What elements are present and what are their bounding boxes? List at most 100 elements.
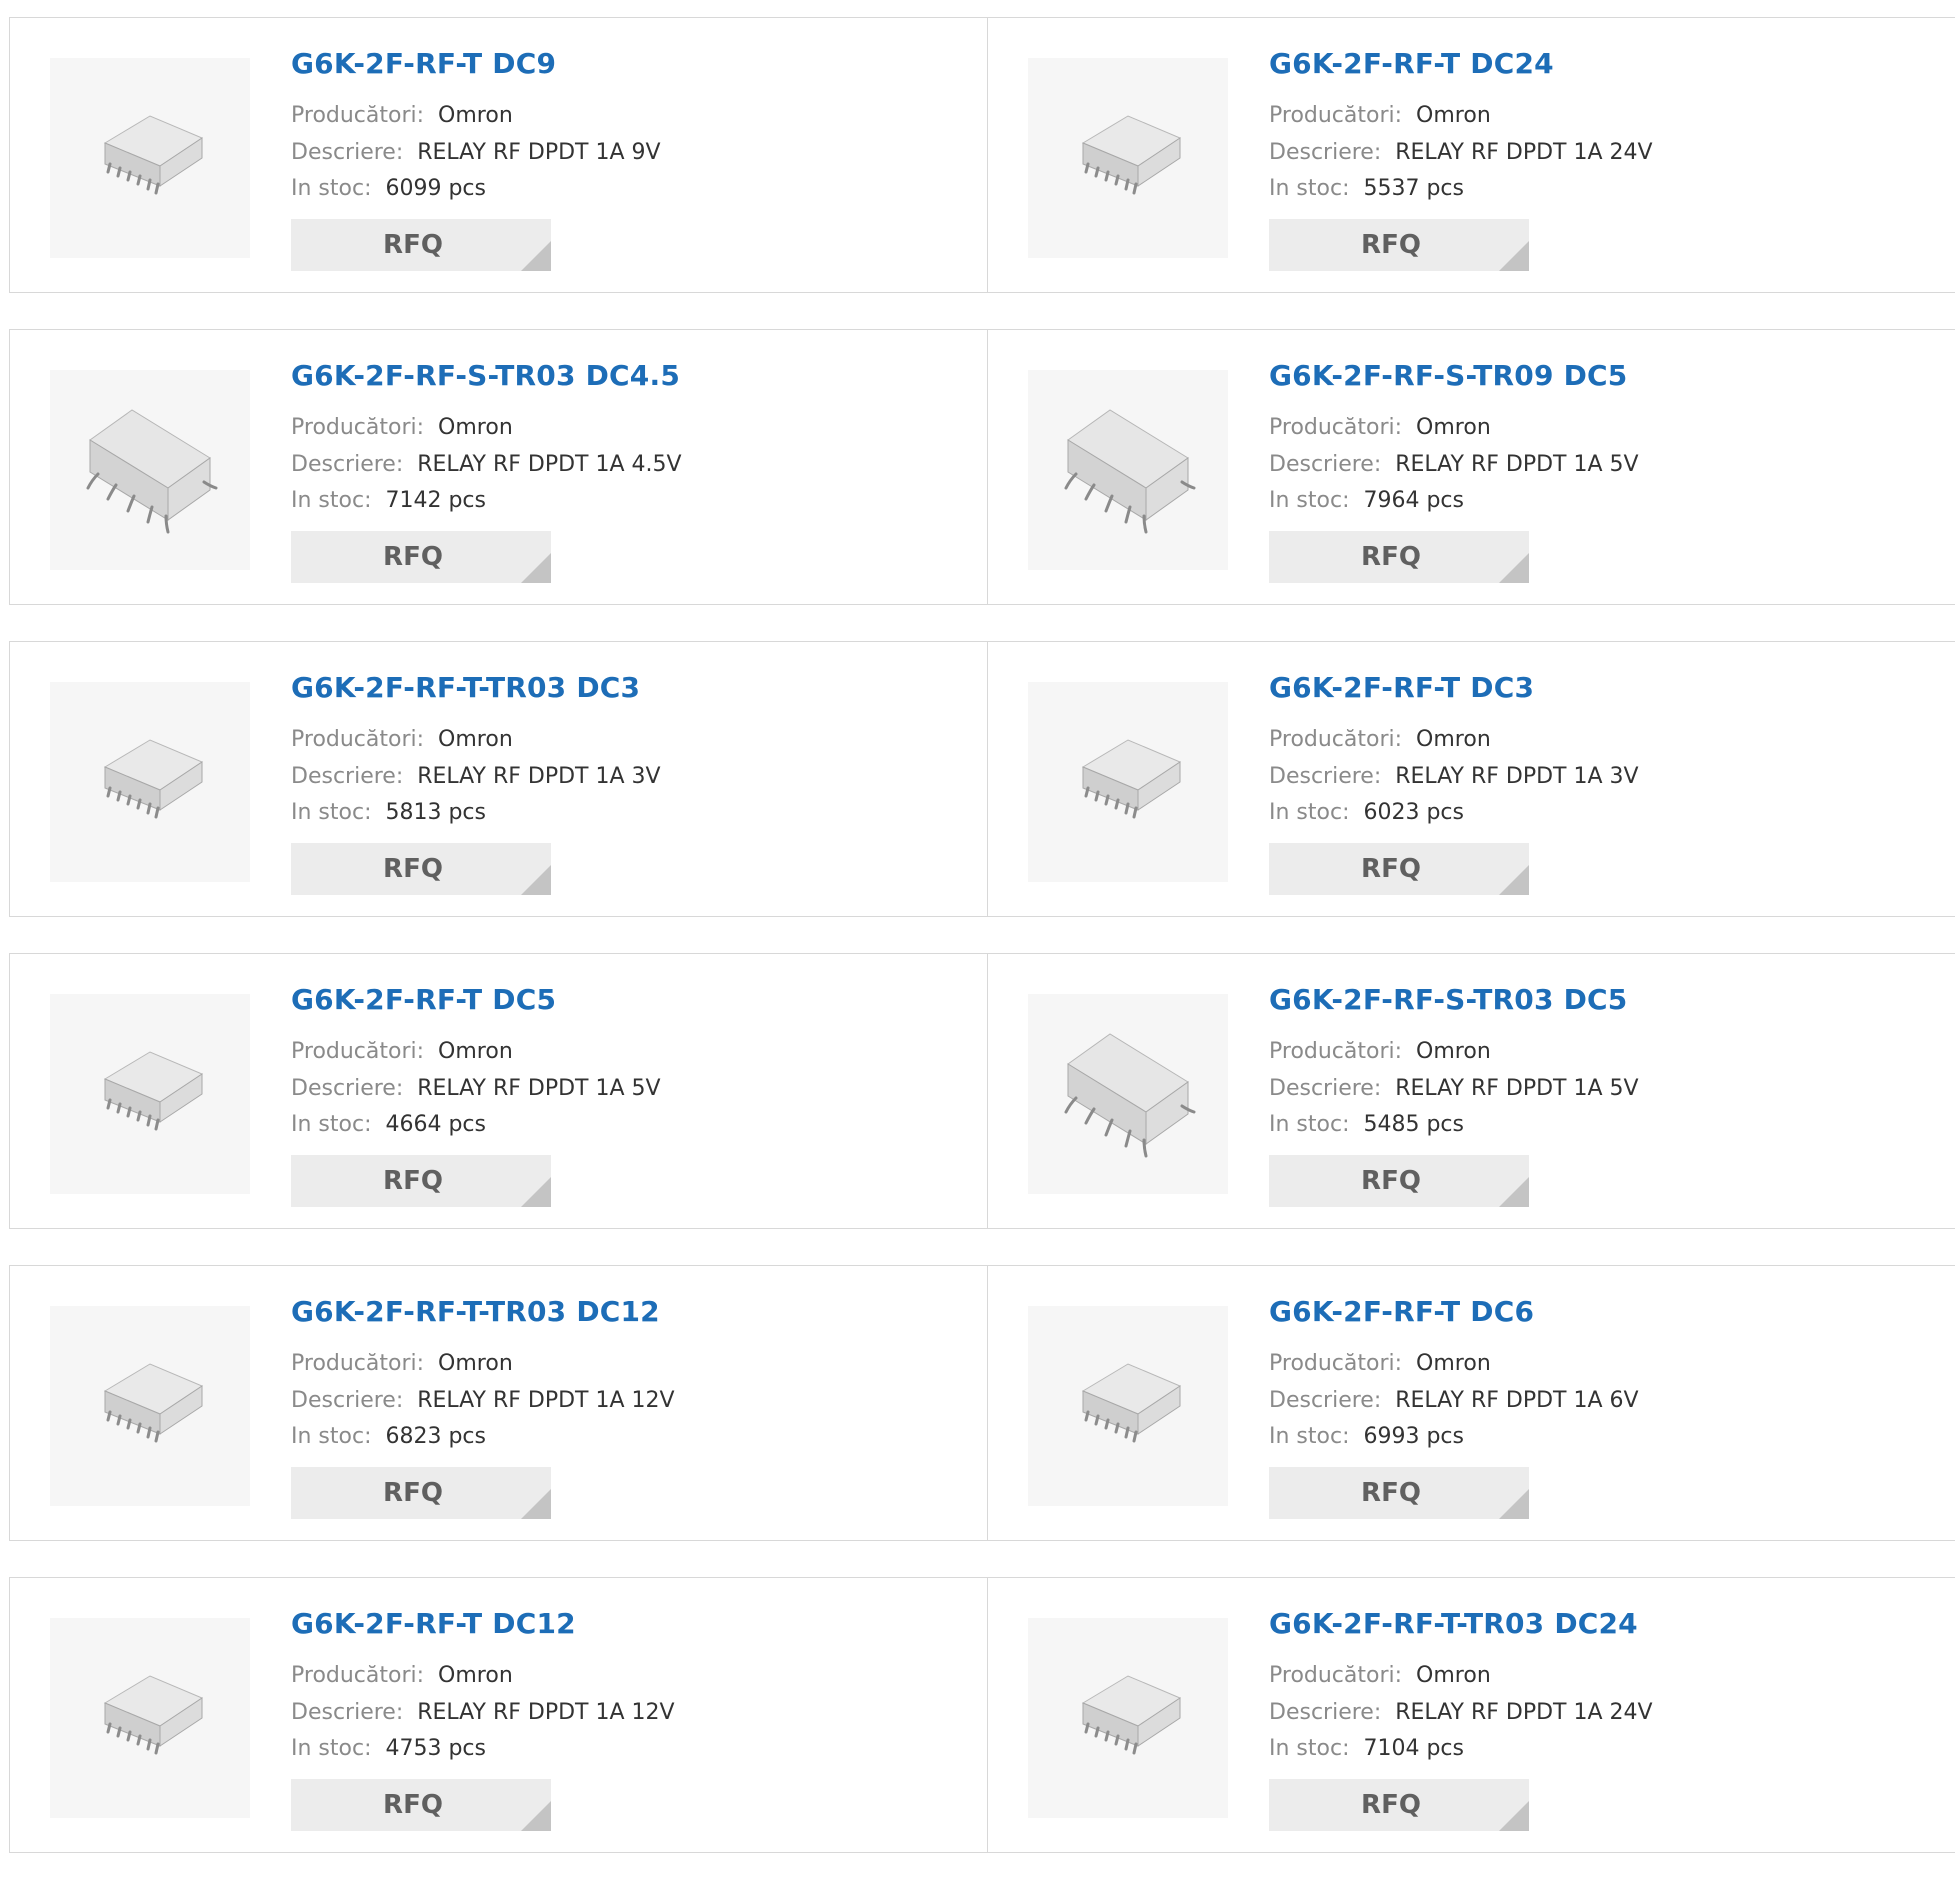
rfq-button[interactable]: RFQ (291, 531, 551, 583)
product-image[interactable] (50, 1618, 250, 1818)
corner-triangle-icon (521, 241, 551, 271)
stock-label: In stoc: (1269, 800, 1350, 825)
rfq-button[interactable]: RFQ (1269, 1467, 1529, 1519)
product-image[interactable] (50, 1306, 250, 1506)
stock-label: In stoc: (291, 176, 372, 201)
product-row: G6K-2F-RF-T DC9 Producători: Omron Descri… (9, 17, 1955, 293)
stock-row: In stoc: 6099 pcs (291, 175, 486, 203)
stock-value: 5485 pcs (1363, 1112, 1464, 1137)
rfq-button[interactable]: RFQ (291, 843, 551, 895)
product-name-link[interactable]: G6K-2F-RF-T DC6 (1269, 1295, 1534, 1328)
product-name-link[interactable]: G6K-2F-RF-S-TR03 DC4.5 (291, 359, 680, 392)
description-value: RELAY RF DPDT 1A 24V (1395, 140, 1653, 165)
rfq-label: RFQ (383, 1166, 443, 1196)
product-name-link[interactable]: G6K-2F-RF-T DC3 (1269, 671, 1534, 704)
manufacturer-value: Omron (1416, 727, 1491, 752)
corner-triangle-icon (1499, 1801, 1529, 1831)
rfq-label: RFQ (383, 542, 443, 572)
stock-label: In stoc: (1269, 488, 1350, 513)
rfq-button[interactable]: RFQ (291, 1779, 551, 1831)
relay-flat-icon (103, 1675, 204, 1755)
manufacturer-row: Producători: Omron (1269, 102, 1491, 130)
manufacturer-label: Producători: (291, 1663, 425, 1688)
manufacturer-value: Omron (438, 1351, 513, 1376)
stock-label: In stoc: (291, 1736, 372, 1761)
manufacturer-value: Omron (438, 103, 513, 128)
product-name-link[interactable]: G6K-2F-RF-T-TR03 DC3 (291, 671, 640, 704)
rfq-label: RFQ (1361, 1790, 1421, 1820)
stock-row: In stoc: 7142 pcs (291, 487, 486, 515)
product-image[interactable] (50, 58, 250, 258)
product-image[interactable] (50, 370, 250, 570)
corner-triangle-icon (1499, 241, 1529, 271)
stock-label: In stoc: (291, 800, 372, 825)
relay-flat-icon (1081, 1363, 1182, 1443)
product-name-link[interactable]: G6K-2F-RF-T DC9 (291, 47, 556, 80)
product-name-link[interactable]: G6K-2F-RF-T-TR03 DC24 (1269, 1607, 1638, 1640)
description-row: Descriere: RELAY RF DPDT 1A 12V (291, 1699, 675, 1727)
description-row: Descriere: RELAY RF DPDT 1A 9V (291, 139, 661, 167)
stock-row: In stoc: 6023 pcs (1269, 799, 1464, 827)
description-row: Descriere: RELAY RF DPDT 1A 3V (1269, 763, 1639, 791)
product-name-link[interactable]: G6K-2F-RF-T-TR03 DC12 (291, 1295, 660, 1328)
product-card: G6K-2F-RF-S-TR03 DC4.5 Producători: Omron… (9, 330, 987, 604)
manufacturer-row: Producători: Omron (291, 726, 513, 754)
product-name-link[interactable]: G6K-2F-RF-S-TR03 DC5 (1269, 983, 1627, 1016)
manufacturer-row: Producători: Omron (1269, 1350, 1491, 1378)
relay-flat-icon (103, 115, 204, 195)
corner-triangle-icon (1499, 1489, 1529, 1519)
product-image[interactable] (1028, 994, 1228, 1194)
rfq-button[interactable]: RFQ (1269, 531, 1529, 583)
corner-triangle-icon (1499, 553, 1529, 583)
manufacturer-value: Omron (438, 727, 513, 752)
stock-label: In stoc: (1269, 176, 1350, 201)
stock-value: 5537 pcs (1363, 176, 1464, 201)
rfq-button[interactable]: RFQ (291, 219, 551, 271)
rfq-button[interactable]: RFQ (291, 1467, 551, 1519)
description-value: RELAY RF DPDT 1A 4.5V (417, 452, 682, 477)
manufacturer-row: Producători: Omron (1269, 726, 1491, 754)
manufacturer-value: Omron (1416, 1039, 1491, 1064)
product-image[interactable] (1028, 370, 1228, 570)
product-image[interactable] (1028, 682, 1228, 882)
relay-smd-icon (1064, 1033, 1196, 1158)
relay-flat-icon (103, 1363, 204, 1443)
rfq-button[interactable]: RFQ (1269, 219, 1529, 271)
description-value: RELAY RF DPDT 1A 5V (1395, 1076, 1639, 1101)
relay-smd-icon (1064, 409, 1196, 534)
description-label: Descriere: (1269, 1388, 1382, 1413)
rfq-button[interactable]: RFQ (1269, 1779, 1529, 1831)
corner-triangle-icon (521, 865, 551, 895)
description-value: RELAY RF DPDT 1A 12V (417, 1388, 675, 1413)
rfq-label: RFQ (1361, 854, 1421, 884)
rfq-button[interactable]: RFQ (1269, 1155, 1529, 1207)
product-name-link[interactable]: G6K-2F-RF-S-TR09 DC5 (1269, 359, 1627, 392)
product-image[interactable] (50, 682, 250, 882)
product-grid: G6K-2F-RF-T DC9 Producători: Omron Descri… (9, 17, 1955, 1889)
product-card: G6K-2F-RF-T-TR03 DC12 Producători: Omron … (9, 1266, 987, 1540)
rfq-button[interactable]: RFQ (291, 1155, 551, 1207)
product-name-link[interactable]: G6K-2F-RF-T DC5 (291, 983, 556, 1016)
stock-row: In stoc: 5813 pcs (291, 799, 486, 827)
manufacturer-label: Producători: (1269, 727, 1403, 752)
stock-value: 4753 pcs (385, 1736, 486, 1761)
product-name-link[interactable]: G6K-2F-RF-T DC12 (291, 1607, 576, 1640)
description-value: RELAY RF DPDT 1A 12V (417, 1700, 675, 1725)
description-row: Descriere: RELAY RF DPDT 1A 24V (1269, 1699, 1653, 1727)
product-image[interactable] (50, 994, 250, 1194)
stock-value: 7142 pcs (385, 488, 486, 513)
rfq-button[interactable]: RFQ (1269, 843, 1529, 895)
description-label: Descriere: (1269, 452, 1382, 477)
manufacturer-row: Producători: Omron (291, 102, 513, 130)
product-image[interactable] (1028, 1306, 1228, 1506)
stock-label: In stoc: (1269, 1112, 1350, 1137)
rfq-label: RFQ (1361, 542, 1421, 572)
product-name-link[interactable]: G6K-2F-RF-T DC24 (1269, 47, 1554, 80)
manufacturer-value: Omron (438, 1663, 513, 1688)
product-row: G6K-2F-RF-T DC5 Producători: Omron Descri… (9, 953, 1955, 1229)
manufacturer-value: Omron (438, 1039, 513, 1064)
product-image[interactable] (1028, 58, 1228, 258)
relay-smd-icon (86, 409, 218, 534)
product-image[interactable] (1028, 1618, 1228, 1818)
manufacturer-value: Omron (1416, 1663, 1491, 1688)
